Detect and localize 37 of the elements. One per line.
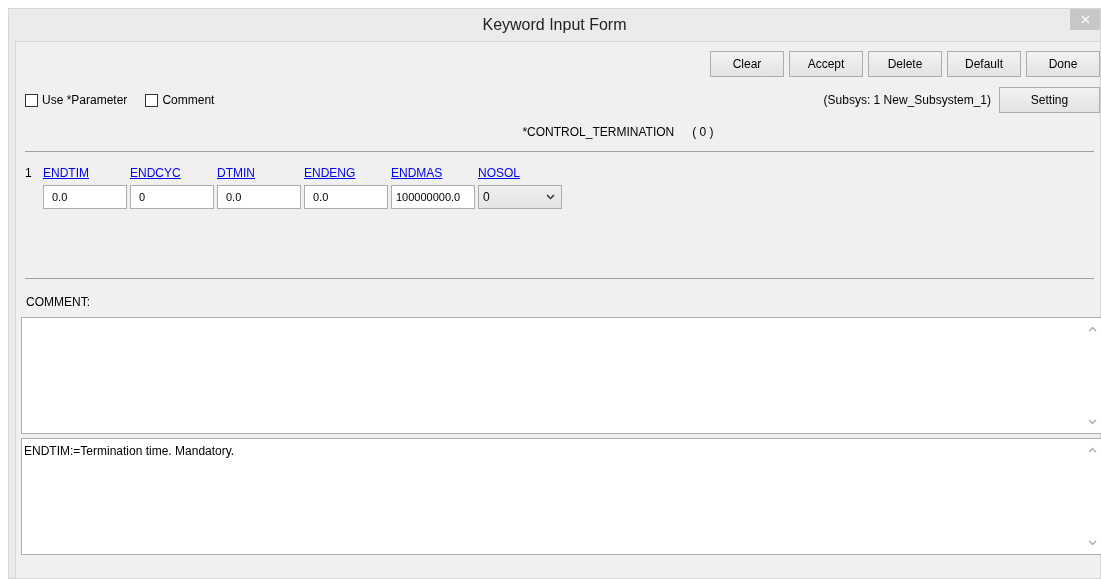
field-link[interactable]: ENDCYC <box>130 166 214 180</box>
keyword-count: ( 0 ) <box>692 125 714 139</box>
subsystem-label: (Subsys: 1 New_Subsystem_1) <box>823 93 991 107</box>
checkbox[interactable] <box>145 93 159 107</box>
chevron-down-icon <box>546 194 555 200</box>
keyword-title: *CONTROL_TERMINATION <box>522 125 675 139</box>
null[interactable]: Default <box>947 51 1021 77</box>
checkbox[interactable] <box>25 93 38 107</box>
close-button[interactable] <box>1070 9 1100 30</box>
field-link[interactable]: DTMIN <box>217 166 301 180</box>
field-link[interactable]: ENDENG <box>304 166 388 180</box>
checkbox-label[interactable]: Comment <box>162 93 215 107</box>
scroll-down-icon[interactable] <box>1088 419 1097 425</box>
scroll-up-icon[interactable] <box>1088 447 1097 453</box>
checkbox-label[interactable]: Use *Parameter <box>42 93 128 107</box>
input-field[interactable]: 0.0 <box>217 185 301 209</box>
input-field[interactable]: 0.0 <box>43 185 127 209</box>
card-number: 1 <box>25 166 33 182</box>
dropdown[interactable]: 0 <box>478 185 562 209</box>
close-icon[interactable] <box>1080 15 1090 24</box>
null[interactable]: Clear <box>710 51 784 77</box>
input-field[interactable]: 0.0 <box>304 185 388 209</box>
input-field[interactable]: 100000000.0 <box>391 185 475 209</box>
null[interactable]: Delete <box>868 51 942 77</box>
comment-label: COMMENT: <box>26 295 90 309</box>
input-field[interactable]: 0 <box>130 185 214 209</box>
field-link[interactable]: ENDTIM <box>43 166 127 180</box>
help-text: ENDTIM:=Termination time. Mandatory. <box>23 443 236 460</box>
window-title: Keyword Input Form <box>482 16 627 34</box>
comment-field[interactable] <box>21 317 1101 434</box>
scroll-up-icon[interactable] <box>1088 326 1097 332</box>
field-link[interactable]: NOSOL <box>478 166 562 180</box>
field-link[interactable]: ENDMAS <box>391 166 475 180</box>
null[interactable]: Setting <box>999 87 1100 113</box>
null[interactable]: Accept <box>789 51 863 77</box>
null[interactable]: Done <box>1026 51 1100 77</box>
scroll-down-icon[interactable] <box>1088 540 1097 546</box>
